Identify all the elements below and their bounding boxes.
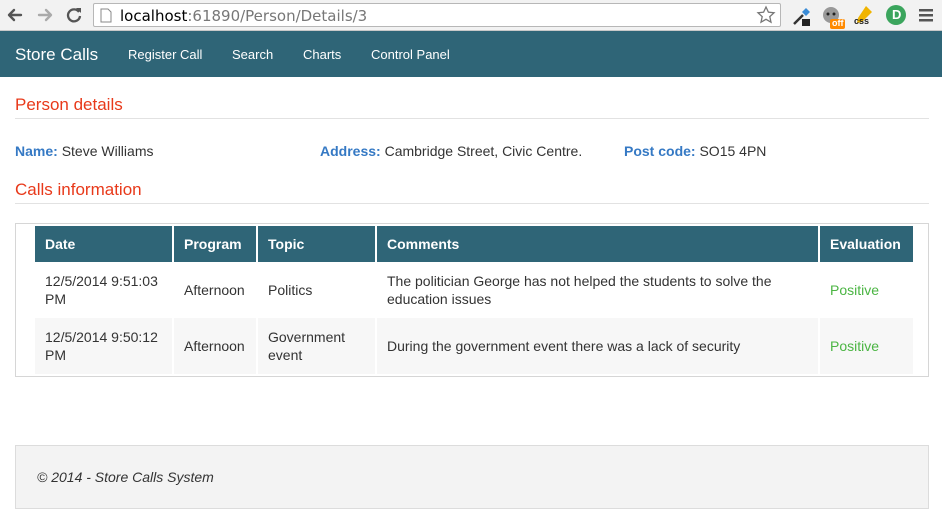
forward-icon[interactable] xyxy=(34,4,56,26)
menu-icon[interactable] xyxy=(916,4,940,28)
nav-register-call[interactable]: Register Call xyxy=(128,47,202,62)
name-value: Steve Williams xyxy=(61,143,154,159)
cell-date: 12/5/2014 9:51:03 PM xyxy=(35,262,172,318)
star-icon[interactable] xyxy=(756,5,776,28)
page-footer: © 2014 - Store Calls System xyxy=(15,445,929,509)
cell-topic: Government event xyxy=(258,318,375,374)
address-field: Address: Cambridge Street, Civic Centre. xyxy=(320,143,582,159)
postcode-field: Post code: SO15 4PN xyxy=(624,143,766,159)
browser-toolbar: localhost:61890/Person/Details/3 off css… xyxy=(0,0,942,31)
table-row: 12/5/2014 9:51:03 PM Afternoon Politics … xyxy=(35,262,913,318)
eyedropper-extension-icon[interactable] xyxy=(790,4,814,28)
nav-charts[interactable]: Charts xyxy=(303,47,341,62)
divider xyxy=(15,203,929,204)
postcode-value: SO15 4PN xyxy=(699,143,767,159)
table-header-row: Date Program Topic Comments Evaluation xyxy=(35,226,913,262)
reload-icon[interactable] xyxy=(63,4,85,26)
column-header-program[interactable]: Program xyxy=(174,226,256,262)
address-bar[interactable]: localhost:61890/Person/Details/3 xyxy=(93,3,781,27)
table-row: 12/5/2014 9:50:12 PM Afternoon Governmen… xyxy=(35,318,913,374)
app-navbar: Store Calls Register Call Search Charts … xyxy=(0,31,942,77)
nav-control-panel[interactable]: Control Panel xyxy=(371,47,450,62)
footer-copyright: © 2014 - Store Calls System xyxy=(37,469,214,485)
person-details-title: Person details xyxy=(15,95,123,114)
address-label: Address: xyxy=(320,143,381,159)
brand-link[interactable]: Store Calls xyxy=(15,45,98,65)
cell-comments: During the government event there was a … xyxy=(377,318,818,374)
postcode-label: Post code: xyxy=(624,143,696,159)
cell-topic: Politics xyxy=(258,262,375,318)
column-header-evaluation[interactable]: Evaluation xyxy=(820,226,913,262)
back-icon[interactable] xyxy=(4,4,26,26)
nav-search[interactable]: Search xyxy=(232,47,273,62)
url-text: localhost:61890/Person/Details/3 xyxy=(120,7,368,25)
gremlin-extension-icon[interactable]: off xyxy=(820,4,845,29)
divider xyxy=(15,118,929,119)
css-extension-icon[interactable]: css xyxy=(852,4,876,28)
cell-program: Afternoon xyxy=(174,318,256,374)
calls-information-title: Calls information xyxy=(15,180,142,199)
column-header-topic[interactable]: Topic xyxy=(258,226,375,262)
address-value: Cambridge Street, Civic Centre. xyxy=(384,143,583,159)
cell-program: Afternoon xyxy=(174,262,256,318)
calls-table: Date Program Topic Comments Evaluation 1… xyxy=(33,226,915,374)
column-header-date[interactable]: Date xyxy=(35,226,172,262)
cell-date: 12/5/2014 9:50:12 PM xyxy=(35,318,172,374)
calls-table-container: Date Program Topic Comments Evaluation 1… xyxy=(15,223,929,377)
name-label: Name: xyxy=(15,143,58,159)
column-header-comments[interactable]: Comments xyxy=(377,226,818,262)
name-field: Name: Steve Williams xyxy=(15,143,153,159)
cell-evaluation: Positive xyxy=(820,262,913,318)
page-icon xyxy=(100,8,112,26)
cell-evaluation: Positive xyxy=(820,318,913,374)
cell-comments: The politician George has not helped the… xyxy=(377,262,818,318)
d-extension-icon[interactable]: D xyxy=(885,4,909,28)
